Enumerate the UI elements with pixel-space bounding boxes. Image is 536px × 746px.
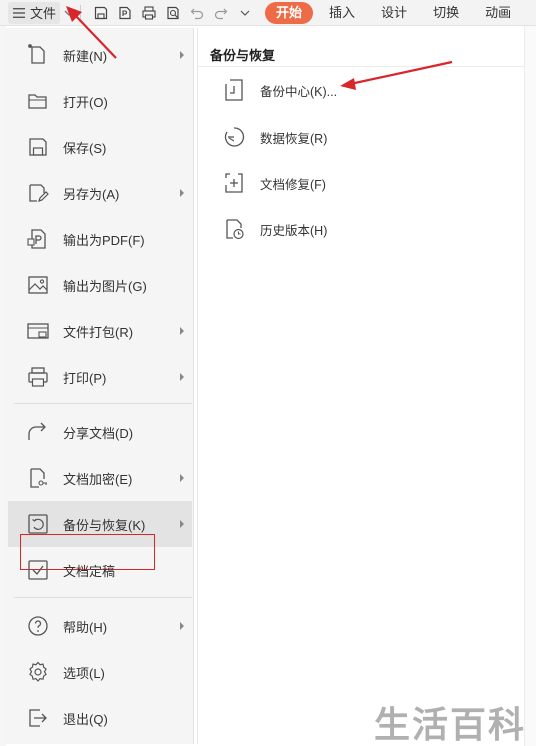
submenu-arrow-icon [180,474,184,482]
menu-item-label: 打印(P) [63,370,107,386]
document-background-right [524,26,536,746]
undo-icon [190,8,204,19]
save-icon [94,6,108,19]
tab-animation[interactable]: 动画 [475,2,521,24]
submenu-item-label: 备份中心(K)... [260,84,338,99]
menu-item-help[interactable]: 帮助(H) [8,603,192,649]
menu-item-save[interactable]: 保存(S) [8,124,192,170]
menu-item-label: 另存为(A) [63,186,120,202]
ribbon-tabs: 开始 插入 设计 切换 动画 [265,1,527,24]
menu-item-label: 选项(L) [63,665,105,681]
backup-icon [28,514,48,534]
save-as-icon [29,184,49,202]
menu-item-new[interactable]: 新建(N) [8,32,192,78]
print-preview-button[interactable] [161,2,185,24]
export-pdf-button[interactable] [113,2,137,24]
submenu-item-backup-center[interactable]: 备份中心(K)... [218,72,498,108]
menu-item-label: 备份与恢复(K) [63,517,146,533]
menu-item-package[interactable]: 文件打包(R) [8,308,192,354]
redo-button[interactable] [209,2,233,24]
quick-access-dropdown-icon [240,10,250,16]
tab-start[interactable]: 开始 [265,1,314,24]
menu-divider [14,403,192,404]
tab-insert[interactable]: 插入 [319,2,365,24]
menu-divider [14,597,192,598]
file-menu-label: 文件 [30,6,57,21]
help-icon [28,616,48,636]
hamburger-icon [13,7,25,18]
menu-item-open[interactable]: 打开(O) [8,78,192,124]
submenu-item-label: 历史版本(H) [260,223,328,238]
panel-title: 备份与恢复 [210,48,276,63]
undo-button[interactable] [185,2,209,24]
submenu-item-data-recovery[interactable]: 数据恢复(R) [218,119,498,155]
quick-access-dropdown[interactable] [233,2,257,24]
exit-icon [29,709,47,727]
folder-open-icon [28,94,47,109]
menu-item-label: 文档加密(E) [63,471,133,487]
menu-item-label: 打开(O) [63,94,108,110]
menu-item-options[interactable]: 选项(L) [8,649,192,695]
submenu-item-label: 文档修复(F) [260,177,326,192]
print-button[interactable] [137,2,161,24]
menu-item-share[interactable]: 分享文档(D) [8,409,192,455]
watermark-text: 生活百科 [374,705,527,746]
submenu-arrow-icon [180,622,184,630]
menu-item-export-image[interactable]: 输出为图片(G) [8,262,192,308]
backup-restore-panel: 备份与恢复 备份中心(K)... 数据恢复(R) 文档修复(F) 历史版本(H) [197,28,524,744]
menu-item-print[interactable]: 打印(P) [8,354,192,400]
file-menu-button[interactable]: 文件 [8,1,61,24]
package-icon [27,323,49,339]
image-icon [28,276,48,294]
menu-item-label: 分享文档(D) [63,425,134,441]
top-toolbar: 文件 开始 插入 设计 切换 动画 [0,0,536,26]
menu-item-label: 保存(S) [63,140,107,156]
toolbar-divider [80,4,82,21]
submenu-arrow-icon [180,520,184,528]
preview-icon [167,6,179,19]
export-pdf-icon [119,6,131,19]
menu-item-label: 帮助(H) [63,619,108,635]
lock-doc-icon [30,468,47,488]
backup-center-icon [225,79,243,101]
menu-item-label: 退出(Q) [63,711,108,727]
chevron-down-icon[interactable] [62,6,76,20]
menu-item-encrypt[interactable]: 文档加密(E) [8,455,192,501]
menu-item-save-as[interactable]: 另存为(A) [8,170,192,216]
menu-item-label: 新建(N) [63,48,108,64]
redo-icon [214,8,228,19]
submenu-arrow-icon [180,51,184,59]
gear-icon [29,661,47,682]
submenu-item-doc-repair[interactable]: 文档修复(F) [218,165,498,201]
submenu-item-history-version[interactable]: 历史版本(H) [218,211,498,247]
print-icon [142,5,156,20]
submenu-arrow-icon [180,189,184,197]
history-version-icon [226,219,244,240]
doc-repair-icon [225,173,243,193]
pdf-icon [27,229,46,249]
menu-item-label: 文档定稿 [63,563,116,579]
print-icon [28,367,48,387]
data-recovery-icon [224,127,245,147]
menu-item-label: 文件打包(R) [63,324,134,340]
save-button[interactable] [89,2,113,24]
panel-divider [198,66,524,67]
menu-item-finalize[interactable]: 文档定稿 [8,547,192,593]
menu-item-export-pdf[interactable]: 输出为PDF(F) [8,216,192,262]
new-doc-icon [28,44,45,64]
tab-design[interactable]: 设计 [371,2,417,24]
menu-item-exit[interactable]: 退出(Q) [8,695,192,741]
save-icon [29,138,47,156]
menu-item-label: 输出为图片(G) [63,278,147,294]
menu-item-label: 输出为PDF(F) [63,232,145,248]
finalize-icon [28,560,48,580]
share-icon [28,422,46,440]
file-menu: 新建(N) 打开(O) 保存(S) 另存为(A) 输出为PDF(F) 输出为图片… [6,28,194,744]
submenu-arrow-icon [180,327,184,335]
submenu-item-label: 数据恢复(R) [260,131,328,146]
tab-transition[interactable]: 切换 [423,2,469,24]
submenu-arrow-icon [180,373,184,381]
